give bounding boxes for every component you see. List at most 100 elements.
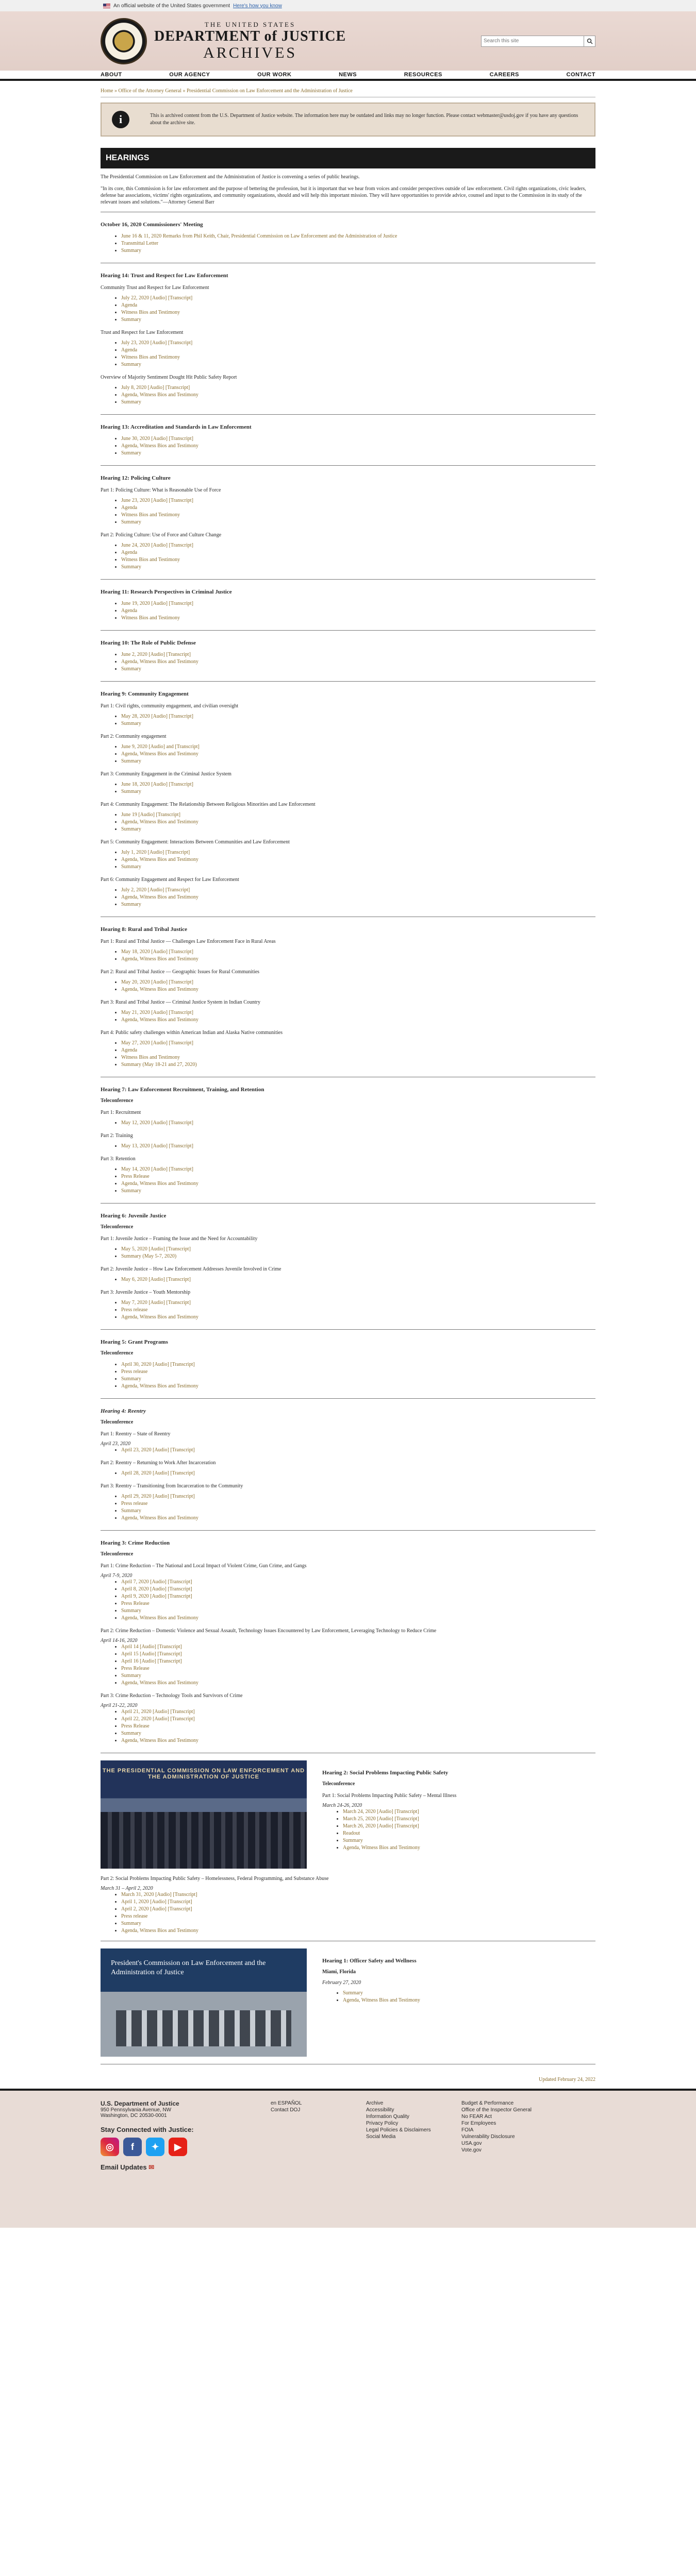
hearing-link[interactable]: Summary [121, 1731, 141, 1736]
hearing-link[interactable]: Witness Bios and Testimony [121, 615, 180, 621]
hearing-link[interactable]: Press Release [121, 1723, 150, 1729]
hearing-link[interactable]: Summary [343, 1990, 363, 1996]
hearing-link[interactable]: Agenda, Witness Bios and Testimony [121, 857, 198, 862]
hearing-link[interactable]: May 13, 2020 [Audio] [Transcript] [121, 1143, 193, 1149]
hearing-link[interactable]: June 30, 2020 [Audio] [Transcript] [121, 436, 193, 442]
hearing-link[interactable]: May 5, 2020 [Audio] [Transcript] [121, 1246, 191, 1252]
hearing-link[interactable]: June 19, 2020 [Audio] [Transcript] [121, 601, 193, 606]
nav-careers[interactable]: CAREERS [490, 72, 519, 78]
search-button[interactable] [584, 35, 595, 47]
hearing-link[interactable]: May 12, 2020 [Audio] [Transcript] [121, 1120, 193, 1126]
footer-link[interactable]: USA.gov [461, 2140, 557, 2147]
hearing-link[interactable]: May 27, 2020 [Audio] [Transcript] [121, 1040, 193, 1046]
hearing-link[interactable]: Witness Bios and Testimony [121, 1055, 180, 1060]
hearing-link[interactable]: April 16 [Audio] [Transcript] [121, 1658, 182, 1664]
hearing-link[interactable]: May 20, 2020 [Audio] [Transcript] [121, 979, 193, 985]
hearing-link[interactable]: Agenda [121, 608, 137, 614]
hearing-link[interactable]: Summary [121, 1673, 141, 1679]
hearing-link[interactable]: April 1, 2020 [Audio] [Transcript] [121, 1899, 192, 1905]
hearing-link[interactable]: Summary [121, 789, 141, 794]
hearing-link[interactable]: June 24, 2020 [Audio] [Transcript] [121, 543, 193, 548]
nav-news[interactable]: NEWS [339, 72, 357, 78]
hearing-link[interactable]: Witness Bios and Testimony [121, 354, 180, 360]
footer-link[interactable]: en ESPAÑOL [271, 2100, 366, 2107]
hearing-link[interactable]: June 19 [Audio] [Transcript] [121, 812, 180, 818]
hearing-link[interactable]: Press release [121, 1501, 147, 1506]
hearing-link[interactable]: Agenda, Witness Bios and Testimony [121, 1383, 198, 1389]
hearing-link[interactable]: Agenda, Witness Bios and Testimony [121, 819, 198, 825]
hearing-link[interactable]: April 21, 2020 [Audio] [Transcript] [121, 1709, 195, 1715]
hearing-link[interactable]: Agenda [121, 302, 137, 308]
hearing-link[interactable]: Agenda, Witness Bios and Testimony [121, 1680, 198, 1686]
nav-our-work[interactable]: OUR WORK [257, 72, 291, 78]
hearing-link[interactable]: Press Release [121, 1174, 150, 1179]
footer-link[interactable]: Contact DOJ [271, 2107, 366, 2113]
hearing-link[interactable]: Summary [121, 362, 141, 367]
hearing-link[interactable]: Summary (May 18-21 and 27, 2020) [121, 1062, 197, 1067]
footer-link[interactable]: Information Quality [366, 2113, 461, 2120]
hearing-link[interactable]: Agenda, Witness Bios and Testimony [121, 956, 198, 962]
hearing-link[interactable]: Agenda, Witness Bios and Testimony [121, 443, 198, 449]
hearing-link[interactable]: March 25, 2020 [Audio] [Transcript] [343, 1816, 419, 1822]
hearing-link[interactable]: Summary [121, 564, 141, 570]
hearing-link[interactable]: Agenda, Witness Bios and Testimony [343, 1997, 420, 2003]
nav-contact[interactable]: CONTACT [567, 72, 595, 78]
hearing-link[interactable]: Summary [121, 902, 141, 907]
hearing-link[interactable]: Summary [121, 1608, 141, 1614]
hearing-link[interactable]: June 9, 2020 [Audio] and [Transcript] [121, 744, 200, 750]
hearing-link[interactable]: Summary [121, 519, 141, 525]
hearing-link[interactable]: Agenda, Witness Bios and Testimony [121, 894, 198, 900]
footer-link[interactable]: No FEAR Act [461, 2113, 557, 2120]
hearing-link[interactable]: Agenda [121, 347, 137, 353]
hearing-link[interactable]: Agenda, Witness Bios and Testimony [121, 751, 198, 757]
hearing-link[interactable]: Agenda, Witness Bios and Testimony [121, 1017, 198, 1023]
hearing-link[interactable]: April 28, 2020 [Audio] [Transcript] [121, 1470, 195, 1476]
hearing-link[interactable]: April 29, 2020 [Audio] [Transcript] [121, 1494, 195, 1499]
hearing-link[interactable]: July 2, 2020 [Audio] [Transcript] [121, 887, 190, 893]
hearing-link[interactable]: April 15 [Audio] [Transcript] [121, 1651, 182, 1657]
footer-link[interactable]: Budget & Performance [461, 2100, 557, 2107]
doj-seal-logo[interactable] [101, 18, 147, 64]
hearing-link[interactable]: Press release [121, 1369, 147, 1375]
footer-link[interactable]: Social Media [366, 2133, 461, 2140]
hearing-link[interactable]: June 16 & 11, 2020 Remarks from Phil Kei… [121, 233, 397, 239]
hearing-link[interactable]: Summary [121, 1508, 141, 1514]
youtube-icon[interactable]: ▶ [169, 2138, 187, 2156]
hearing-link[interactable]: April 7, 2020 [Audio] [Transcript] [121, 1579, 192, 1585]
hearing-link[interactable]: Press release [121, 1913, 147, 1919]
footer-link[interactable]: Vulnerability Disclosure [461, 2133, 557, 2140]
hearing-link[interactable]: Transmittal Letter [121, 241, 158, 246]
hearing-link[interactable]: April 23, 2020 [Audio] [Transcript] [121, 1447, 195, 1453]
email-updates-link[interactable]: Email Updates ✉ [101, 2163, 271, 2172]
hearing-link[interactable]: Agenda, Witness Bios and Testimony [121, 1615, 198, 1621]
hearing-link[interactable]: Witness Bios and Testimony [121, 557, 180, 563]
footer-link[interactable]: Office of the Inspector General [461, 2107, 557, 2113]
hearing-link[interactable]: Witness Bios and Testimony [121, 310, 180, 315]
hearing-link[interactable]: Summary (May 5-7, 2020) [121, 1253, 176, 1259]
hearing-link[interactable]: July 8, 2020 [Audio] [Transcript] [121, 385, 190, 391]
footer-link[interactable]: Vote.gov [461, 2147, 557, 2154]
hearing-link[interactable]: Summary [121, 399, 141, 405]
hearing-link[interactable]: Agenda [121, 505, 137, 511]
hearing-link[interactable]: Press release [121, 1307, 147, 1313]
hearing-link[interactable]: Summary [121, 317, 141, 323]
hearing-link[interactable]: Agenda, Witness Bios and Testimony [121, 1928, 198, 1934]
hearing-link[interactable]: March 26, 2020 [Audio] [Transcript] [343, 1823, 419, 1829]
hearing-link[interactable]: May 21, 2020 [Audio] [Transcript] [121, 1010, 193, 1015]
nav-about[interactable]: ABOUT [101, 72, 122, 78]
hearing-link[interactable]: Summary [121, 248, 141, 253]
hearing-link[interactable]: Agenda, Witness Bios and Testimony [343, 1845, 420, 1851]
facebook-icon[interactable]: f [123, 2138, 142, 2156]
search-input[interactable] [481, 35, 584, 47]
hearing-link[interactable]: June 18, 2020 [Audio] [Transcript] [121, 782, 193, 787]
hearing-link[interactable]: Readout [343, 1831, 360, 1836]
hearing-link[interactable]: April 8, 2020 [Audio] [Transcript] [121, 1586, 192, 1592]
hearing-link[interactable]: June 23, 2020 [Audio] [Transcript] [121, 498, 193, 503]
hearing-link[interactable]: June 2, 2020 [Audio] [Transcript] [121, 652, 191, 657]
hearing-link[interactable]: Summary [121, 758, 141, 764]
instagram-icon[interactable]: ◎ [101, 2138, 119, 2156]
hearing-link[interactable]: Agenda, Witness Bios and Testimony [121, 392, 198, 398]
hearing-link[interactable]: Agenda, Witness Bios and Testimony [121, 1515, 198, 1521]
footer-link[interactable]: For Employees [461, 2120, 557, 2127]
footer-link[interactable]: Archive [366, 2100, 461, 2107]
